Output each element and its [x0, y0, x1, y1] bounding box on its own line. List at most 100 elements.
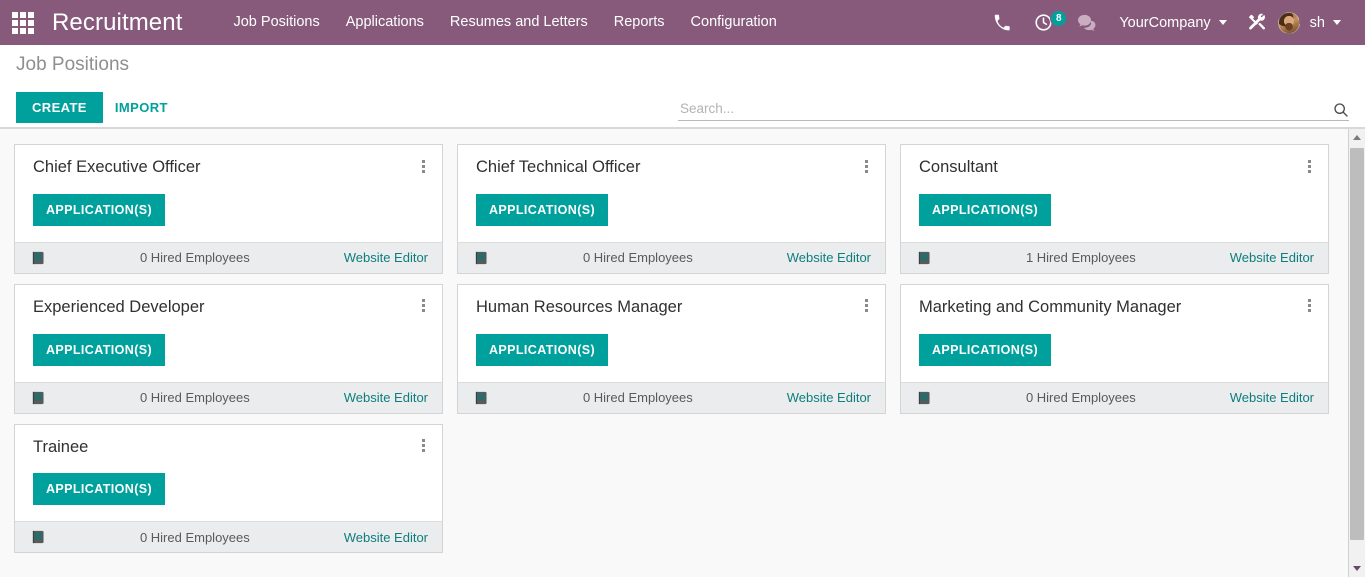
website-editor-link[interactable]: Website Editor [344, 250, 428, 265]
book-icon [31, 251, 46, 265]
kanban-card[interactable]: Consultant APPLICATION(S) 1 Hired Employee… [900, 144, 1329, 274]
kanban-card-footer: 0 Hired Employees Website Editor [15, 521, 442, 553]
control-panel-title-row: Job Positions [16, 45, 1349, 87]
kanban-card[interactable]: Trainee APPLICATION(S) 0 Hired Employees We… [14, 423, 443, 554]
kanban-card-footer: 1 Hired Employees Website Editor [901, 241, 1328, 273]
wrench-screwdriver-icon [1248, 13, 1265, 30]
phone-button[interactable] [981, 0, 1022, 45]
scroll-down-button[interactable] [1349, 560, 1365, 577]
applications-button[interactable]: APPLICATION(S) [476, 333, 609, 366]
top-navbar: Recruitment Job Positions Applications R… [0, 0, 1365, 45]
website-editor-link[interactable]: Website Editor [1230, 250, 1314, 265]
menu-item-resumes-and-letters[interactable]: Resumes and Letters [437, 0, 601, 45]
chevron-down-icon [1333, 20, 1341, 25]
page-title: Job Positions [16, 54, 130, 75]
book-icon [917, 251, 932, 265]
book-icon [474, 251, 489, 265]
search-bar[interactable] [678, 99, 1349, 121]
scrollbar-thumb[interactable] [1350, 148, 1364, 540]
kanban-card-footer: 0 Hired Employees Website Editor [458, 381, 885, 413]
applications-button[interactable]: APPLICATION(S) [33, 193, 166, 226]
kanban-card-body: Consultant APPLICATION(S) [901, 145, 1328, 242]
hired-employees-count: 0 Hired Employees [139, 250, 250, 266]
vertical-scrollbar[interactable] [1348, 129, 1365, 577]
control-panel: Job Positions CREATE IMPORT ▼ Filters ☰ … [0, 45, 1365, 155]
kanban-view: Chief Executive Officer APPLICATION(S) 0 H… [0, 128, 1365, 577]
menu-item-job-positions[interactable]: Job Positions [220, 0, 332, 45]
kanban-card-title: Trainee [33, 437, 89, 456]
messages-button[interactable] [1065, 0, 1109, 45]
kanban-card-grid: Chief Executive Officer APPLICATION(S) 0 H… [0, 129, 1348, 577]
website-editor-link[interactable]: Website Editor [344, 390, 428, 405]
vertical-dots-icon[interactable] [414, 435, 432, 457]
vertical-dots-icon[interactable] [1300, 295, 1318, 317]
menu-item-reports[interactable]: Reports [601, 0, 678, 45]
activities-button[interactable]: 8 [1022, 0, 1068, 45]
kanban-card[interactable]: Experienced Developer APPLICATION(S) 0 Hir… [14, 283, 443, 414]
kanban-card[interactable]: Human Resources Manager APPLICATION(S) 0 H… [457, 283, 886, 414]
kanban-card[interactable]: Chief Executive Officer APPLICATION(S) 0 H… [14, 144, 443, 274]
vertical-dots-icon[interactable] [414, 295, 432, 317]
scroll-up-button[interactable] [1349, 129, 1365, 146]
user-menu[interactable]: sh [1277, 0, 1353, 45]
kanban-card-body: Human Resources Manager APPLICATION(S) [458, 285, 885, 382]
main-menu: Job Positions Applications Resumes and L… [220, 0, 789, 45]
vertical-dots-icon[interactable] [414, 155, 432, 177]
avatar [1277, 11, 1300, 34]
book-icon [917, 391, 932, 405]
hired-employees-count: 1 Hired Employees [1025, 250, 1136, 266]
kanban-card-footer: 0 Hired Employees Website Editor [15, 381, 442, 413]
kanban-card-title: Human Resources Manager [476, 297, 683, 316]
chevron-up-icon [1353, 135, 1361, 140]
kanban-card-title: Chief Executive Officer [33, 158, 201, 176]
apps-grid-icon [12, 11, 34, 34]
applications-button[interactable]: APPLICATION(S) [919, 333, 1052, 366]
magnifier-icon[interactable] [1333, 102, 1349, 118]
website-editor-link[interactable]: Website Editor [344, 530, 428, 545]
menu-item-configuration[interactable]: Configuration [678, 0, 790, 45]
chevron-down-icon [1353, 566, 1361, 571]
company-name: YourCompany [1119, 14, 1211, 31]
website-editor-link[interactable]: Website Editor [787, 390, 871, 405]
scrollbar-track[interactable] [1349, 146, 1365, 560]
app-brand-title[interactable]: Recruitment [46, 9, 190, 37]
vertical-dots-icon[interactable] [1300, 155, 1318, 177]
user-name: sh [1309, 14, 1325, 31]
menu-item-applications[interactable]: Applications [333, 0, 437, 45]
book-icon [31, 530, 46, 544]
phone-icon [995, 14, 1010, 31]
applications-button[interactable]: APPLICATION(S) [919, 193, 1052, 226]
kanban-card-title: Marketing and Community Manager [919, 297, 1182, 316]
vertical-dots-icon[interactable] [857, 295, 875, 317]
kanban-card-title: Experienced Developer [33, 297, 205, 316]
applications-button[interactable]: APPLICATION(S) [33, 333, 166, 366]
navbar-right-tools: 8 YourCompany sh [981, 0, 1353, 45]
kanban-card[interactable]: Marketing and Community Manager APPLICATI… [900, 283, 1329, 414]
developer-tools-button[interactable] [1235, 0, 1278, 45]
kanban-card-body: Chief Technical Officer APPLICATION(S) [458, 145, 885, 242]
import-button[interactable]: IMPORT [103, 92, 180, 123]
book-icon [31, 391, 46, 405]
website-editor-link[interactable]: Website Editor [1230, 390, 1314, 405]
kanban-card-body: Chief Executive Officer APPLICATION(S) [15, 145, 442, 242]
kanban-card-footer: 0 Hired Employees Website Editor [901, 381, 1328, 413]
hired-employees-count: 0 Hired Employees [139, 529, 250, 545]
book-icon [474, 391, 489, 405]
hired-employees-count: 0 Hired Employees [139, 390, 250, 406]
hired-employees-count: 0 Hired Employees [582, 390, 693, 406]
company-switcher[interactable]: YourCompany [1109, 0, 1234, 45]
search-input[interactable] [678, 101, 1333, 118]
vertical-dots-icon[interactable] [857, 155, 875, 177]
hired-employees-count: 0 Hired Employees [582, 250, 693, 266]
applications-button[interactable]: APPLICATION(S) [33, 473, 166, 506]
kanban-card-title: Chief Technical Officer [476, 158, 641, 176]
chat-bubble-icon [1078, 14, 1096, 31]
website-editor-link[interactable]: Website Editor [787, 250, 871, 265]
kanban-card-body: Trainee APPLICATION(S) [15, 425, 442, 522]
apps-menu-button[interactable] [0, 0, 46, 45]
applications-button[interactable]: APPLICATION(S) [476, 193, 609, 226]
kanban-card[interactable]: Chief Technical Officer APPLICATION(S) 0 H… [457, 144, 886, 274]
kanban-card-footer: 0 Hired Employees Website Editor [15, 241, 442, 273]
kanban-card-body: Experienced Developer APPLICATION(S) [15, 285, 442, 382]
create-button[interactable]: CREATE [16, 91, 103, 123]
